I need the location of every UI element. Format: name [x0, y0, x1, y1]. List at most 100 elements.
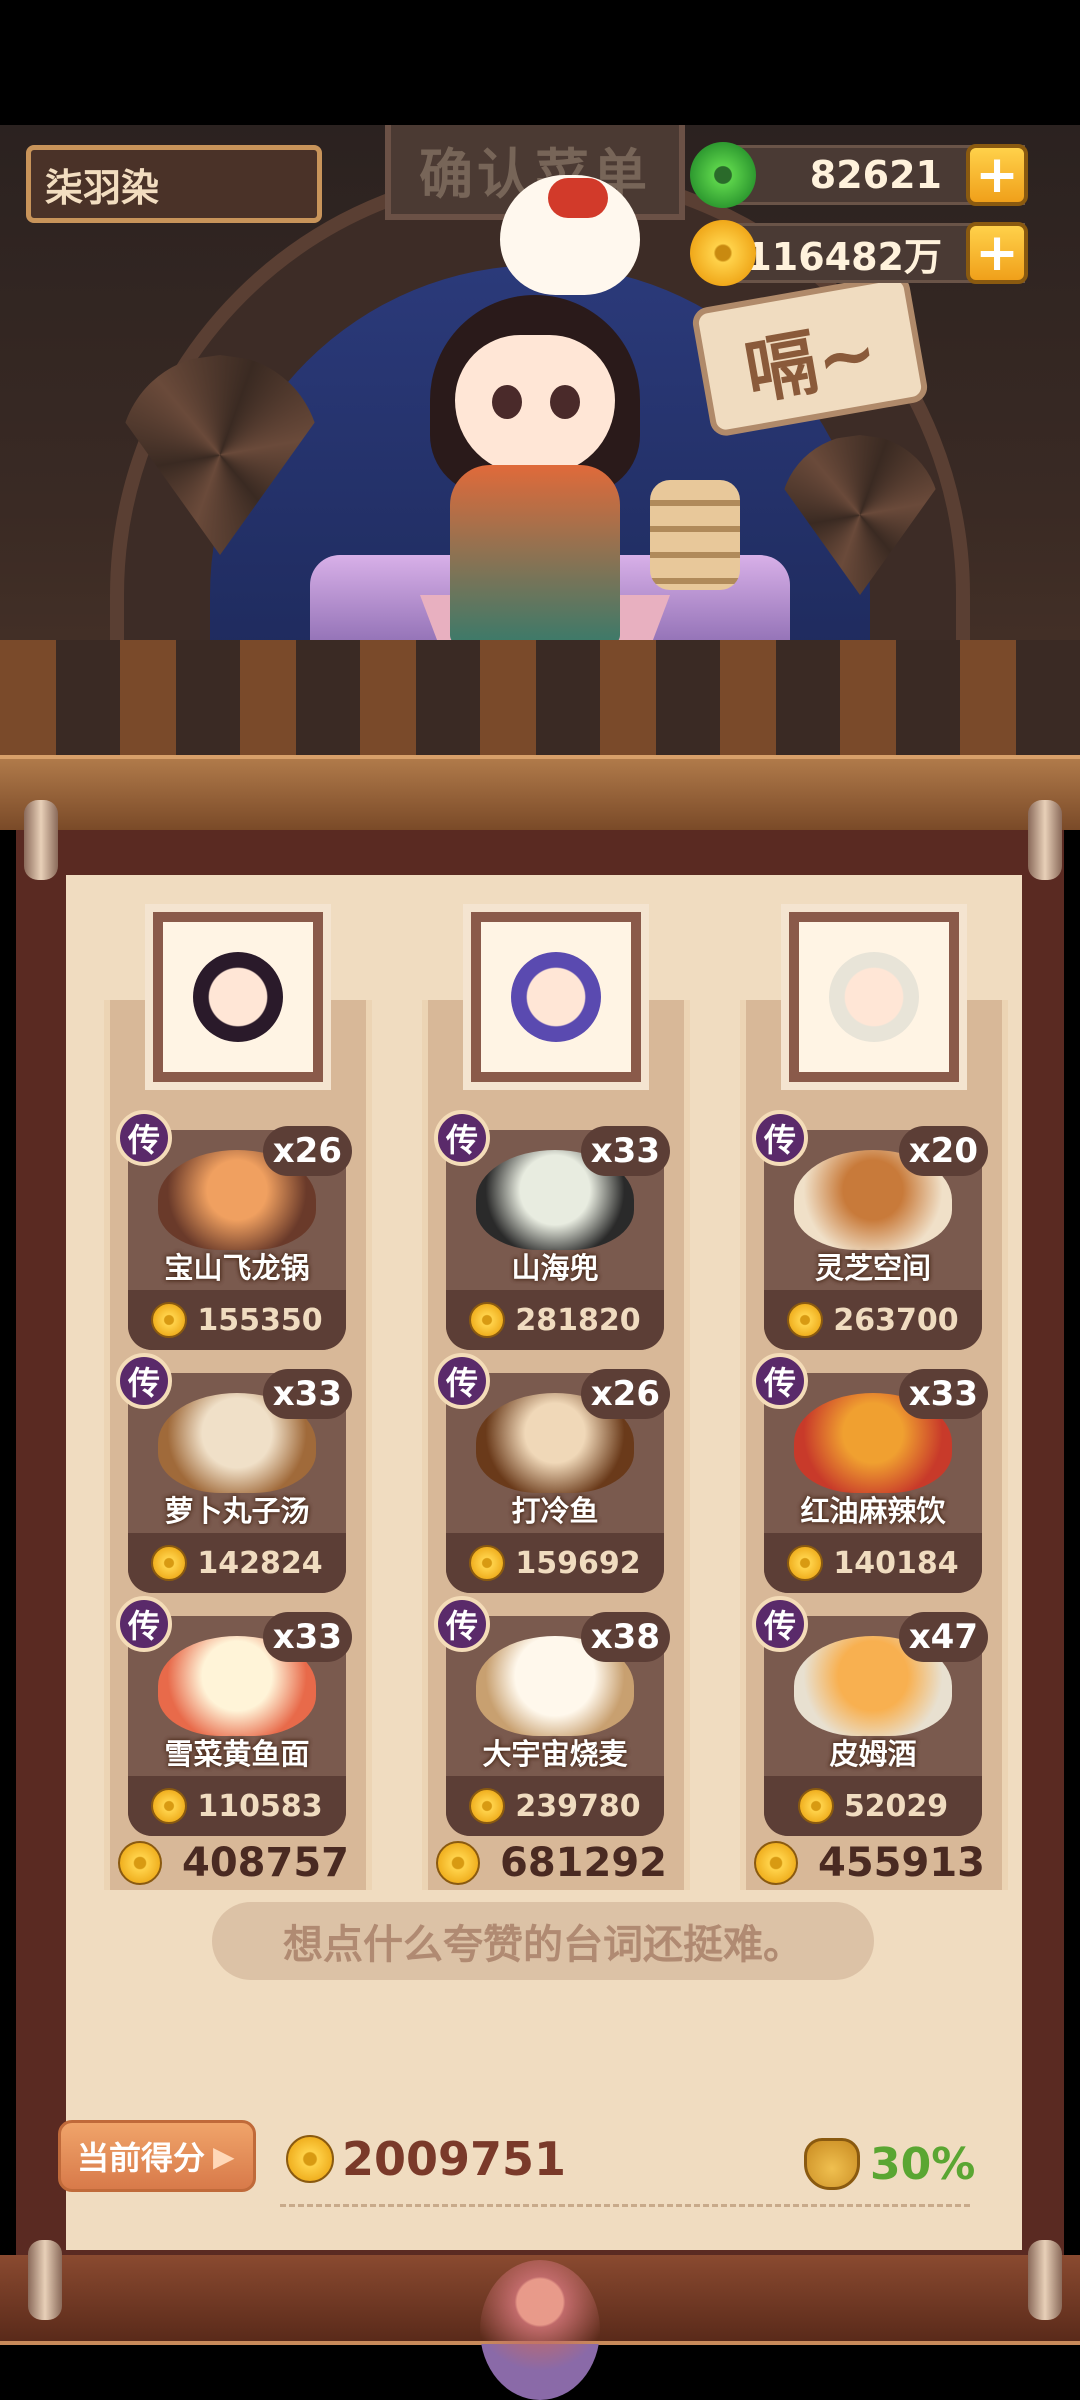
- coin-icon: [754, 1841, 798, 1885]
- dish-name: 大宇宙烧麦: [482, 1737, 628, 1771]
- coin-icon: [787, 1545, 824, 1581]
- customer-quote: 想点什么夸赞的台词还挺难。: [212, 1902, 874, 1980]
- dish-quantity: x26: [580, 1369, 670, 1419]
- dish-price: 140184: [764, 1533, 982, 1593]
- column-total-value: 455913: [818, 1840, 985, 1886]
- total-score-value: 2009751: [342, 2132, 567, 2186]
- quote-text: 想点什么夸赞的台词还挺难。: [283, 1922, 803, 1968]
- add-jade-button[interactable]: +: [966, 144, 1028, 206]
- dish-price-value: 155350: [197, 1302, 323, 1338]
- dish-price: 239780: [446, 1776, 664, 1836]
- dish-quantity: x38: [580, 1612, 670, 1662]
- column-total-value: 681292: [500, 1840, 667, 1886]
- dish-price: 281820: [446, 1290, 664, 1350]
- bonus-rate: 30%: [804, 2138, 975, 2190]
- dish-quantity: x33: [262, 1369, 352, 1419]
- dish-card[interactable]: 传 x38 大宇宙烧麦 239780: [434, 1596, 670, 1836]
- fence: [0, 640, 1080, 755]
- coin-icon: [690, 220, 756, 286]
- legendary-badge: 传: [116, 1110, 172, 1166]
- scroll-top-rod: [0, 755, 1080, 830]
- character-body: [450, 465, 620, 645]
- dish-price-value: 159692: [515, 1545, 641, 1581]
- dish-price-value: 281820: [515, 1302, 641, 1338]
- current-score-label: 当前得分: [77, 2139, 206, 2177]
- dish-price: 159692: [446, 1533, 664, 1593]
- dish-name: 宝山飞龙锅: [164, 1251, 310, 1285]
- current-score-button[interactable]: 当前得分 ▶: [58, 2120, 256, 2192]
- dish-card[interactable]: 传 x47 皮姆酒 52029: [752, 1596, 988, 1836]
- add-coins-button[interactable]: +: [966, 222, 1028, 284]
- legendary-badge: 传: [434, 1110, 490, 1166]
- speech-text: 嗝~: [738, 308, 884, 415]
- dish-card[interactable]: 传 x26 打冷鱼 159692: [434, 1353, 670, 1593]
- jade-amount: 82621: [809, 153, 942, 197]
- coin-icon: [469, 1788, 506, 1824]
- money-bag-icon: [804, 2138, 860, 2190]
- dish-price: 263700: [764, 1290, 982, 1350]
- dish-price-value: 110583: [197, 1788, 323, 1824]
- coin-icon: [787, 1302, 824, 1338]
- dish-price-value: 142824: [197, 1545, 323, 1581]
- dish-price-value: 239780: [515, 1788, 641, 1824]
- bonus-value: 30%: [870, 2138, 976, 2190]
- dish-quantity: x33: [580, 1126, 670, 1176]
- customer-character: [420, 265, 650, 665]
- coin-icon: [118, 1841, 162, 1885]
- character-eye-right: [550, 385, 580, 419]
- coin-icon: [469, 1545, 506, 1581]
- dish-card[interactable]: 传 x26 宝山飞龙锅 155350: [116, 1110, 352, 1350]
- legendary-badge: 传: [434, 1596, 490, 1652]
- dish-quantity: x47: [898, 1612, 988, 1662]
- dish-price-value: 52029: [843, 1788, 949, 1824]
- player-name: 柒羽染: [45, 165, 160, 210]
- dish-quantity: x33: [898, 1369, 988, 1419]
- scroll-knob: [1028, 800, 1062, 880]
- dish-card[interactable]: 传 x33 红油麻辣饮 140184: [752, 1353, 988, 1593]
- dish-quantity: x20: [898, 1126, 988, 1176]
- coin-icon: [151, 1788, 188, 1824]
- column-total: 455913: [744, 1838, 1012, 1888]
- dish-quantity: x33: [262, 1612, 352, 1662]
- scroll-knob: [1028, 2240, 1062, 2320]
- dish-name: 皮姆酒: [829, 1737, 917, 1771]
- dish-name: 红油麻辣饮: [800, 1494, 946, 1528]
- legendary-badge: 传: [116, 1596, 172, 1652]
- column-total: 408757: [108, 1838, 376, 1888]
- chef-portrait[interactable]: [153, 912, 323, 1082]
- total-score: 2009751: [286, 2132, 566, 2186]
- legendary-badge: 传: [434, 1353, 490, 1409]
- dish-card[interactable]: 传 x33 山海兜 281820: [434, 1110, 670, 1350]
- legendary-badge: 传: [116, 1353, 172, 1409]
- chef-portrait[interactable]: [789, 912, 959, 1082]
- chef-face: [829, 952, 919, 1042]
- coin-icon: [436, 1841, 480, 1885]
- coin-icon: [797, 1788, 834, 1824]
- dish-name: 山海兜: [511, 1251, 599, 1285]
- coin-amount: 116482万: [745, 234, 942, 279]
- scroll-knob: [24, 800, 58, 880]
- column-total: 681292: [426, 1838, 694, 1888]
- bowl-stack: [650, 480, 740, 590]
- dish-name: 打冷鱼: [511, 1494, 599, 1528]
- dish-card[interactable]: 传 x20 灵芝空间 263700: [752, 1110, 988, 1350]
- dish-price: 110583: [128, 1776, 346, 1836]
- status-bar: [0, 0, 1080, 125]
- legendary-badge: 传: [752, 1353, 808, 1409]
- coin-icon: [286, 2135, 334, 2183]
- chef-portrait[interactable]: [471, 912, 641, 1082]
- character-face: [455, 335, 615, 475]
- divider: [280, 2204, 970, 2207]
- play-arrow-icon: ▶: [213, 2139, 235, 2173]
- dish-card[interactable]: 传 x33 雪菜黄鱼面 110583: [116, 1596, 352, 1836]
- coin-icon: [151, 1545, 188, 1581]
- character-eye-left: [492, 385, 522, 419]
- chef-face: [193, 952, 283, 1042]
- scroll-knob: [28, 2240, 62, 2320]
- dish-quantity: x26: [262, 1126, 352, 1176]
- dish-price: 52029: [764, 1776, 982, 1836]
- dish-card[interactable]: 传 x33 萝卜丸子汤 142824: [116, 1353, 352, 1593]
- chef-face: [511, 952, 601, 1042]
- dish-name: 萝卜丸子汤: [164, 1494, 310, 1528]
- player-name-box[interactable]: 柒羽染: [26, 145, 322, 223]
